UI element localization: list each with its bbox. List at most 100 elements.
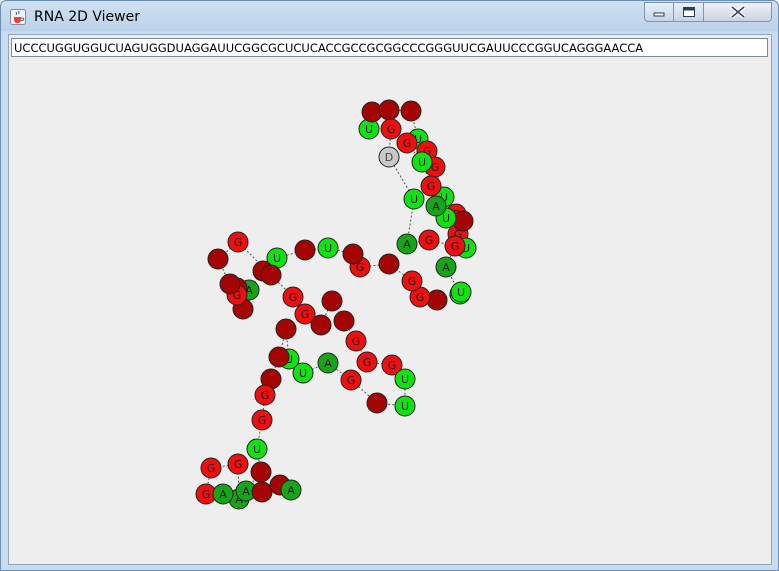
maximize-button[interactable] [674, 2, 704, 22]
nucleotide-50[interactable]: G [345, 330, 367, 352]
close-button[interactable] [704, 2, 772, 22]
nucleotide-69[interactable]: G [200, 457, 222, 479]
nucleotide-33[interactable]: U [317, 237, 339, 259]
nucleotide-15[interactable]: G [420, 175, 442, 197]
nucleotide-circle [400, 100, 422, 122]
nucleotide-53[interactable]: U [394, 368, 416, 390]
nucleotide-circle [207, 248, 229, 270]
nucleotide-21[interactable]: A [396, 233, 418, 255]
nucleotide-61[interactable] [268, 346, 290, 368]
nucleotide-circle [294, 239, 316, 261]
nucleotide-14[interactable]: A [425, 195, 447, 217]
nucleotide-letter: G [425, 234, 434, 247]
nucleotide-letter: A [324, 357, 332, 370]
nucleotide-30[interactable] [378, 253, 400, 275]
nucleotide-circle [250, 461, 272, 483]
nucleotide-66[interactable] [250, 461, 272, 483]
minimize-button[interactable] [644, 2, 674, 22]
nucleotide-55[interactable] [366, 392, 388, 414]
nucleotide-circle [321, 290, 343, 312]
nucleotide-circle [366, 392, 388, 414]
nucleotide-29[interactable]: G [401, 270, 423, 292]
nucleotide-letter: G [352, 335, 361, 348]
rna-structure-canvas[interactable]: UUGGUGGUUAGUGGDUAGGAUUGGGUUAGGGGGGGUUGAU… [9, 35, 773, 566]
nucleotide-65[interactable]: U [246, 438, 268, 460]
nucleotide-letter: U [253, 443, 261, 456]
nucleotide-letter: U [457, 286, 465, 299]
nucleotide-32[interactable] [342, 243, 364, 265]
nucleotide-letter: U [299, 367, 307, 380]
minimize-icon [653, 12, 665, 17]
nucleotide-22[interactable]: G [418, 229, 440, 251]
nucleotide-42[interactable] [207, 248, 229, 270]
nucleotide-71[interactable]: A [212, 483, 234, 505]
nucleotide-letter: G [289, 291, 298, 304]
nucleotide-20[interactable]: U [403, 188, 425, 210]
nucleotide-41[interactable] [219, 273, 241, 295]
nucleotide-17[interactable]: G [396, 132, 418, 154]
nucleotide-47[interactable] [310, 314, 332, 336]
nucleotide-34[interactable] [294, 239, 316, 261]
nucleotide-43[interactable]: G [227, 231, 249, 253]
nucleotide-letter: U [273, 252, 281, 265]
close-icon [730, 6, 745, 18]
nucleotide-circle [378, 253, 400, 275]
nucleotide-letter: G [387, 123, 396, 136]
nucleotide-57[interactable]: A [317, 352, 339, 374]
nucleotide-letter: A [219, 488, 227, 501]
nucleotide-letter: U [365, 123, 373, 136]
nucleotide-letter: U [324, 242, 332, 255]
nucleotide-3[interactable] [378, 99, 400, 121]
nucleotide-64[interactable]: G [251, 409, 273, 431]
nucleotide-circle [251, 481, 273, 503]
nucleotide-60[interactable] [275, 318, 297, 340]
app-window: RNA 2D Viewer UUGGUGGUUAGUGGDUAGGAUUGGGU… [0, 0, 779, 571]
nucleotide-letter: G [207, 462, 216, 475]
nucleotide-letter: G [403, 137, 412, 150]
nucleotide-letter: A [403, 238, 411, 251]
window-title: RNA 2D Viewer [34, 9, 140, 25]
nucleotide-26[interactable]: U [450, 281, 472, 303]
nucleotide-54[interactable]: U [394, 395, 416, 417]
nucleotide-circle [260, 264, 282, 286]
nucleotide-letter: U [418, 156, 426, 169]
nucleotide-49[interactable] [333, 310, 355, 332]
nucleotide-63[interactable]: G [254, 384, 276, 406]
nucleotide-letter: G [234, 236, 243, 249]
nucleotide-letter: G [261, 389, 270, 402]
nucleotide-4[interactable] [400, 100, 422, 122]
nucleotide-letter: D [385, 151, 393, 164]
nucleotide-68[interactable]: G [227, 453, 249, 475]
nucleotide-18[interactable]: G [380, 118, 402, 140]
title-bar[interactable]: RNA 2D Viewer [1, 1, 778, 33]
nucleotide-letter: U [410, 193, 418, 206]
maximize-icon [682, 7, 695, 17]
nucleotide-letter: G [202, 488, 211, 501]
nucleotide-letter: U [401, 400, 409, 413]
nucleotide-56[interactable]: G [340, 369, 362, 391]
nucleotide-letter: G [408, 275, 417, 288]
nucleotide-19[interactable]: D [378, 146, 400, 168]
nucleotide-44[interactable] [260, 264, 282, 286]
nucleotide-letter: G [301, 308, 310, 321]
nucleotide-23[interactable]: G [444, 235, 466, 257]
nucleotide-letter: A [442, 261, 450, 274]
nucleotide-73[interactable] [251, 481, 273, 503]
nucleotide-48[interactable] [321, 290, 343, 312]
nucleotide-letter: A [432, 200, 440, 213]
nucleotide-51[interactable]: G [356, 351, 378, 373]
nucleotide-circle [378, 99, 400, 121]
nucleotide-letter: G [258, 414, 267, 427]
nucleotide-letter: U [442, 212, 450, 225]
nucleotide-45[interactable]: G [282, 286, 304, 308]
nucleotide-16[interactable]: U [411, 151, 433, 173]
nucleotide-75[interactable]: A [280, 479, 302, 501]
nucleotide-24[interactable]: A [435, 256, 457, 278]
nucleotide-circle [333, 310, 355, 332]
nucleotide-circle [310, 314, 332, 336]
nucleotide-circle [275, 318, 297, 340]
nucleotide-circle [219, 273, 241, 295]
java-coffee-icon [10, 9, 26, 25]
nucleotide-circle [268, 346, 290, 368]
nucleotide-letter: G [347, 374, 356, 387]
